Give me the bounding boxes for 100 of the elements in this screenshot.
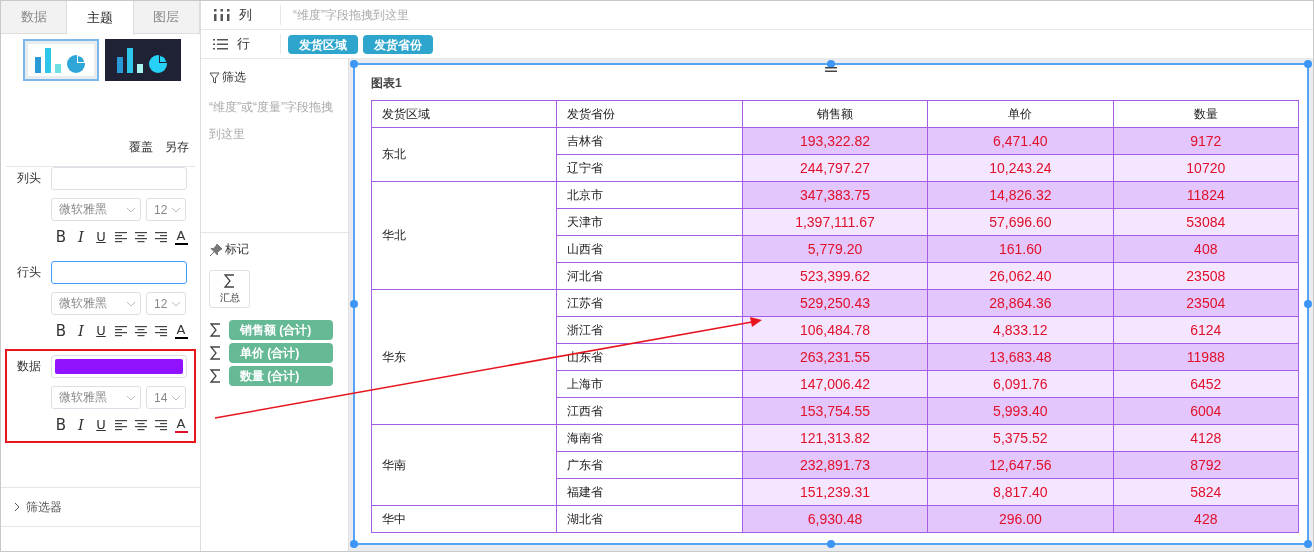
chart-card[interactable] [353,63,1309,545]
table-cell: 8,817.40 [927,478,1114,506]
underline-button[interactable]: U [94,323,108,339]
font-color-button[interactable]: A [174,417,188,433]
section-title: 筛选 [222,69,246,86]
chevron-down-icon [171,206,181,213]
resize-handle[interactable] [350,60,358,68]
table-cell: 5,993.40 [927,397,1114,425]
table-cell: 296.00 [927,505,1114,533]
table-cell: 6,091.76 [927,370,1114,398]
font-dropdown[interactable]: 微软雅黑 [51,198,141,221]
align-left-icon [114,418,128,432]
field-label: 数据 [17,358,42,375]
align-center-icon [134,418,148,432]
table-cell: 6,471.40 [927,127,1114,155]
table-cell: 121,313.82 [742,424,928,452]
filter-panel-toggle[interactable]: 筛选器 [13,498,62,516]
align-right-icon [154,230,168,244]
theme-action-button[interactable]: 覆盖 [129,139,153,156]
text-field[interactable] [51,261,187,284]
theme-thumbnail[interactable] [23,39,99,81]
table-cell: 161.60 [927,235,1114,263]
table-cell: 华南 [371,424,557,506]
column-header: 发货省份 [556,100,743,128]
font-color-button[interactable]: A [174,229,188,245]
table-cell: 5,779.20 [742,235,928,263]
resize-handle[interactable] [350,300,358,308]
summary-button[interactable]: 汇总 [209,270,250,308]
table-cell: 23504 [1113,289,1299,317]
filter-icon [209,71,220,84]
italic-button[interactable]: I [74,417,88,433]
font-color-button[interactable]: A [174,323,188,339]
align-right-icon [154,324,168,338]
chevron-down-icon [171,300,181,307]
table-cell: 6004 [1113,397,1299,425]
align-center-icon [134,230,148,244]
column-header: 销售额 [742,100,928,128]
table-cell: 232,891.73 [742,451,928,479]
table-cell: 151,239.31 [742,478,928,506]
resize-handle[interactable] [1304,300,1312,308]
chevron-down-icon [126,394,136,401]
chart-title: 图表1 [371,75,403,92]
table-cell: 347,383.75 [742,181,928,209]
size-dropdown[interactable]: 12 [146,292,186,315]
table-cell: 福建省 [556,478,743,506]
align-right-icon [154,418,168,432]
table-cell: 428 [1113,505,1299,533]
font-dropdown[interactable]: 微软雅黑 [51,386,141,409]
section-title: 标记 [225,241,249,258]
font-dropdown[interactable]: 微软雅黑 [51,292,141,315]
table-cell: 4,833.12 [927,316,1114,344]
table-cell: 53084 [1113,208,1299,236]
table-cell: 华北 [371,181,557,290]
table-cell: 6124 [1113,316,1299,344]
align-center-icon [134,324,148,338]
table-cell: 11824 [1113,181,1299,209]
table-cell: 244,797.27 [742,154,928,182]
field-label: 行头 [17,264,42,281]
table-cell: 263,231.55 [742,343,928,371]
table-cell: 9172 [1113,127,1299,155]
table-cell: 26,062.40 [927,262,1114,290]
table-cell: 10,243.24 [927,154,1114,182]
chevron-down-icon [126,300,136,307]
table-cell: 广东省 [556,451,743,479]
theme-action-button[interactable]: 另存 [165,139,189,156]
table-cell: 28,864.36 [927,289,1114,317]
sum-icon [209,368,222,384]
theme-thumbnail[interactable] [105,39,181,81]
sum-icon [223,273,236,289]
table-cell: 上海市 [556,370,743,398]
resize-handle[interactable] [1304,540,1312,548]
table-cell: 11988 [1113,343,1299,371]
bold-button[interactable]: B [54,417,68,433]
table-cell: 北京市 [556,181,743,209]
drop-hint: “维度”字段拖拽到这里 [292,6,409,24]
list-icon [213,38,229,50]
underline-button[interactable]: U [94,229,108,245]
field-label: 列头 [17,170,42,187]
bold-button[interactable]: B [54,229,68,245]
table-cell: 14,826.32 [927,181,1114,209]
table-cell: 529,250.43 [742,289,928,317]
resize-handle[interactable] [1304,60,1312,68]
table-cell: 吉林省 [556,127,743,155]
sum-icon [209,345,222,361]
drag-handle-icon[interactable] [825,65,837,73]
resize-handle[interactable] [350,540,358,548]
italic-button[interactable]: I [74,323,88,339]
size-dropdown[interactable]: 14 [146,386,186,409]
table-cell: 天津市 [556,208,743,236]
bold-button[interactable]: B [54,323,68,339]
italic-button[interactable]: I [74,229,88,245]
table-cell: 13,683.48 [927,343,1114,371]
resize-handle[interactable] [827,540,835,548]
column-header: 单价 [927,100,1114,128]
panel-tab[interactable]: 主题 [67,1,134,35]
table-cell: 浙江省 [556,316,743,344]
size-dropdown[interactable]: 12 [146,198,186,221]
column-header: 发货区域 [371,100,557,128]
underline-button[interactable]: U [94,417,108,433]
table-cell: 山西省 [556,235,743,263]
